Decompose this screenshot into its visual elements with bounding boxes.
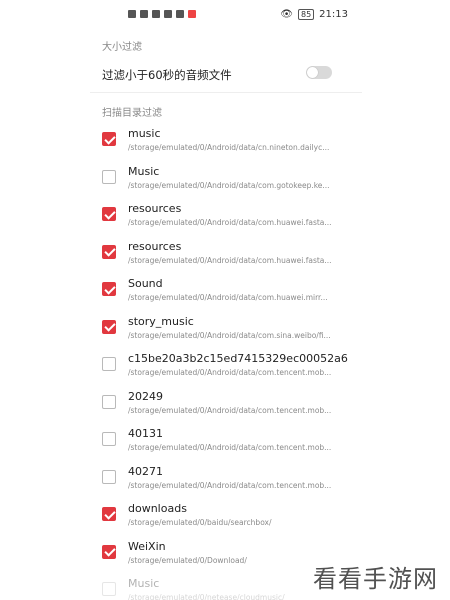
dir-path: /storage/emulated/0/Android/data/com.got… — [128, 180, 330, 190]
dir-path: /storage/emulated/0/Android/data/com.ten… — [128, 368, 332, 377]
list-item[interactable]: resources/storage/emulated/0/Android/dat… — [90, 199, 362, 237]
checkbox[interactable] — [102, 357, 116, 371]
scan-dir-list: music/storage/emulated/0/Android/data/cn… — [90, 124, 362, 600]
section-title-scan-dirs: 扫描目录过滤 — [102, 108, 162, 119]
checkbox[interactable] — [102, 132, 116, 146]
dir-name: 40271 — [128, 464, 163, 478]
checkbox[interactable] — [102, 319, 116, 334]
list-item[interactable]: downloads/storage/emulated/0/baidu/searc… — [90, 499, 362, 537]
signal-icon — [128, 10, 136, 18]
toggle-knob — [307, 67, 318, 78]
status-bar: 👁 85 21:13 — [90, 0, 362, 32]
dir-name: downloads — [128, 502, 187, 515]
status-time: 21:13 — [319, 9, 348, 20]
divider — [90, 92, 362, 93]
checkbox[interactable] — [102, 169, 116, 184]
checkbox[interactable] — [102, 394, 116, 409]
list-item[interactable]: 40131/storage/emulated/0/Android/data/co… — [90, 424, 362, 462]
wifi-icon — [164, 10, 172, 18]
checkbox[interactable] — [102, 507, 116, 521]
dir-path: /storage/emulated/0/baidu/searchbox/ — [128, 518, 272, 527]
dir-path: /storage/emulated/0/Android/data/com.ten… — [128, 443, 332, 452]
dir-name: Music — [128, 577, 160, 590]
dir-name: WeiXin — [128, 539, 166, 553]
list-item[interactable]: resources/storage/emulated/0/Android/dat… — [90, 237, 362, 275]
phone-screen: 👁 85 21:13 大小过滤 过滤小于60秒的音频文件 扫描目录过滤 musi… — [90, 0, 362, 600]
dir-name: story_music — [128, 314, 194, 328]
status-icons-left — [128, 10, 196, 18]
list-item[interactable]: c15be20a3b2c15ed7415329ec00052a6/storage… — [90, 349, 362, 387]
status-icons-right: 👁 85 21:13 — [280, 9, 348, 20]
dir-name: c15be20a3b2c15ed7415329ec00052a6 — [128, 352, 348, 365]
section-title-size-filter: 大小过滤 — [102, 42, 142, 53]
list-item[interactable]: music/storage/emulated/0/Android/data/cn… — [90, 124, 362, 162]
dir-path: /storage/emulated/0/Android/data/com.sin… — [128, 330, 331, 340]
dir-name: 40131 — [128, 427, 163, 440]
watermark-logo: 看看手游网 — [313, 565, 438, 593]
checkbox[interactable] — [102, 432, 116, 446]
dir-name: Sound — [128, 277, 163, 290]
chat-icon — [176, 10, 184, 18]
checkbox[interactable] — [102, 469, 116, 484]
list-item[interactable]: Music/storage/emulated/0/Android/data/co… — [90, 162, 362, 200]
dir-path: /storage/emulated/0/Android/data/com.hua… — [128, 293, 328, 302]
list-item[interactable]: 40271/storage/emulated/0/Android/data/co… — [90, 462, 362, 500]
dir-path: /storage/emulated/0/Android/data/com.ten… — [128, 405, 332, 415]
dir-path: /storage/emulated/0/Android/data/com.hua… — [128, 218, 332, 227]
dir-path: /storage/emulated/0/Android/data/com.ten… — [128, 480, 332, 490]
list-item[interactable]: Sound/storage/emulated/0/Android/data/co… — [90, 274, 362, 312]
checkbox[interactable] — [102, 207, 116, 221]
dir-name: Music — [128, 164, 160, 178]
filter-short-audio-label: 过滤小于60秒的音频文件 — [102, 68, 232, 82]
checkbox[interactable] — [102, 582, 116, 596]
signal-icon-3 — [152, 10, 160, 18]
dir-name: music — [128, 127, 161, 140]
notification-icon — [188, 10, 196, 18]
dir-name: 20249 — [128, 389, 163, 403]
dir-path: /storage/emulated/0/netease/cloudmusic/ — [128, 593, 285, 600]
dir-name: resources — [128, 202, 182, 215]
dir-path: /storage/emulated/0/Android/data/com.hua… — [128, 255, 332, 265]
battery-icon: 85 — [297, 9, 315, 20]
checkbox[interactable] — [102, 282, 116, 296]
list-item[interactable]: story_music/storage/emulated/0/Android/d… — [90, 312, 362, 350]
checkbox[interactable] — [102, 544, 116, 559]
list-item[interactable]: 20249/storage/emulated/0/Android/data/co… — [90, 387, 362, 425]
filter-short-audio-toggle[interactable] — [306, 66, 332, 79]
dir-name: resources — [128, 239, 182, 253]
checkbox[interactable] — [102, 244, 116, 259]
signal-icon-2 — [140, 10, 148, 18]
dir-path: /storage/emulated/0/Android/data/cn.nine… — [128, 143, 330, 152]
eye-icon: 👁 — [280, 9, 293, 20]
filter-short-audio-row[interactable]: 过滤小于60秒的音频文件 — [102, 64, 352, 82]
